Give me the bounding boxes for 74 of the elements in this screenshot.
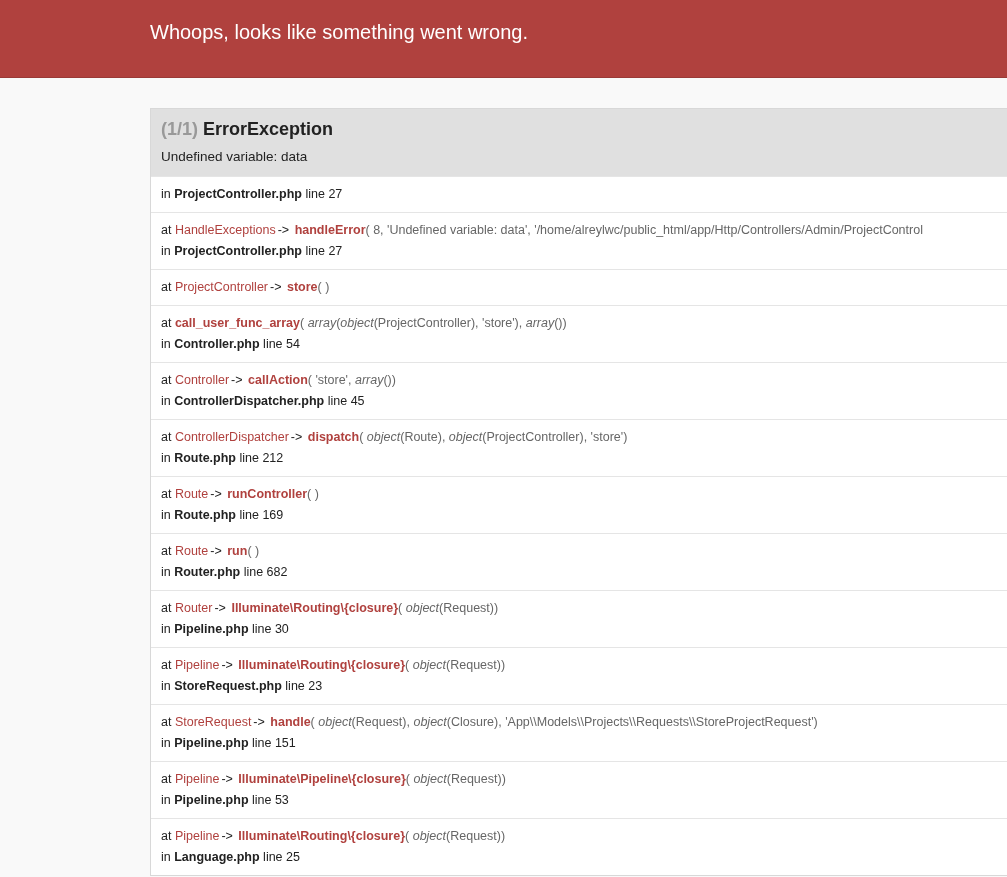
call-arguments: ( object(Request)) xyxy=(405,772,506,786)
call-arguments: ( ) xyxy=(307,487,319,501)
at-label: at xyxy=(161,658,172,672)
arrow-operator: -> xyxy=(214,601,226,615)
exception-count: (1/1) xyxy=(161,119,198,139)
at-label: at xyxy=(161,715,172,729)
file-location: in Language.php line 25 xyxy=(161,849,301,866)
method-name: Illuminate\Pipeline\{closure} xyxy=(238,772,406,786)
arrow-operator: -> xyxy=(210,487,222,501)
method-name: handle xyxy=(270,715,311,729)
class-name: Route xyxy=(174,544,209,558)
arrow-operator: -> xyxy=(221,772,233,786)
arrow-operator: -> xyxy=(253,715,265,729)
call-arguments: ( object(Request)) xyxy=(405,829,506,843)
file-location: in StoreRequest.php line 23 xyxy=(161,678,324,695)
at-label: at xyxy=(161,280,172,294)
call-arguments: ( array(object(ProjectController), 'store'), array()) xyxy=(300,316,567,330)
class-name: ProjectController xyxy=(174,280,268,294)
arrow-operator: -> xyxy=(290,430,303,444)
class-name: Pipeline xyxy=(174,772,220,786)
arrow-operator: -> xyxy=(221,658,233,672)
file-location: in Pipeline.php line 151 xyxy=(161,735,297,752)
arrow-operator: -> xyxy=(210,544,222,558)
method-name: callAction xyxy=(248,373,308,387)
file-location: in Controller.php line 54 xyxy=(161,336,301,353)
file-location: in Route.php line 169 xyxy=(161,507,285,524)
method-name: run xyxy=(227,544,248,558)
arrow-operator: -> xyxy=(221,829,233,843)
call-arguments: ( object(Request)) xyxy=(398,601,499,615)
method-name: runController xyxy=(227,487,308,501)
at-label: at xyxy=(161,487,172,501)
at-label: at xyxy=(161,373,172,387)
exception-message: Undefined variable: data xyxy=(161,148,309,166)
at-label: at xyxy=(161,430,172,444)
method-name: Illuminate\Routing\{closure} xyxy=(238,658,406,672)
method-name: call_user_func_array xyxy=(174,316,300,330)
class-name: Pipeline xyxy=(174,658,220,672)
file-location: in ProjectController.php line 27 xyxy=(161,186,344,203)
call-arguments: ( object(Request), object(Closure), 'App\\Models\\Projects\\Requests\\StoreProjectRequest') xyxy=(310,715,818,729)
class-name: Pipeline xyxy=(174,829,220,843)
class-name: ControllerDispatcher xyxy=(174,430,289,444)
file-location: in ControllerDispatcher.php line 45 xyxy=(161,393,366,410)
at-label: at xyxy=(161,601,172,615)
at-label: at xyxy=(161,316,172,330)
call-arguments: ( 8, 'Undefined variable: data', '/home/alreylwc/public_html/app/Http/Controllers/Admin/ProjectControl xyxy=(365,223,923,237)
class-name: StoreRequest xyxy=(174,715,252,729)
file-location: in Router.php line 682 xyxy=(161,564,289,581)
file-location: in ProjectController.php line 27 xyxy=(161,243,344,260)
arrow-operator: -> xyxy=(270,280,282,294)
class-name: Route xyxy=(174,487,209,501)
method-name: Illuminate\Routing\{closure} xyxy=(231,601,399,615)
error-heading: Whoops, looks like something went wrong. xyxy=(149,20,528,44)
call-arguments: ( ) xyxy=(317,280,330,294)
exception-name: ErrorException xyxy=(203,119,334,139)
method-name: Illuminate\Routing\{closure} xyxy=(238,829,406,843)
call-arguments: ( object(Route), object(ProjectController), 'store') xyxy=(359,430,628,444)
method-name: store xyxy=(286,280,318,294)
class-name: Controller xyxy=(174,373,230,387)
method-name: dispatch xyxy=(307,430,360,444)
class-name: Router xyxy=(174,601,213,615)
at-label: at xyxy=(161,223,172,237)
arrow-operator: -> xyxy=(277,223,290,237)
class-name: HandleExceptions xyxy=(174,223,276,237)
call-arguments: ( 'store', array()) xyxy=(307,373,396,387)
method-name: handleError xyxy=(294,223,366,237)
file-location: in Pipeline.php line 53 xyxy=(161,792,290,809)
arrow-operator: -> xyxy=(231,373,243,387)
at-label: at xyxy=(161,772,172,786)
file-location: in Pipeline.php line 30 xyxy=(161,621,290,638)
at-label: at xyxy=(161,829,172,843)
call-arguments: ( object(Request)) xyxy=(405,658,506,672)
call-arguments: ( ) xyxy=(247,544,260,558)
at-label: at xyxy=(161,544,172,558)
file-location: in Route.php line 212 xyxy=(161,450,285,467)
